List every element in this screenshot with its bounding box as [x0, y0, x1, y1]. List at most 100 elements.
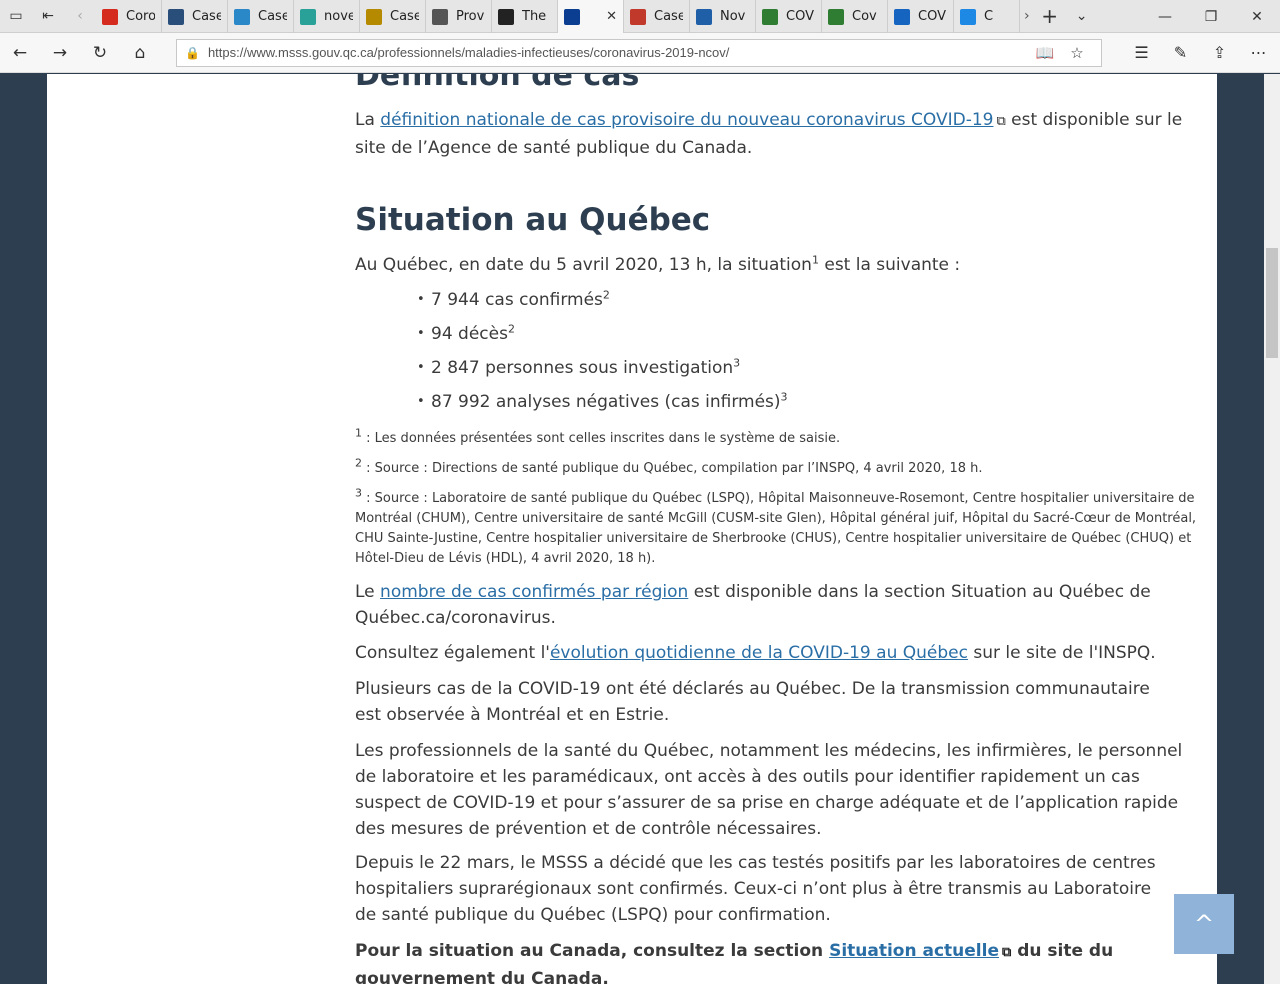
- footnote-number: 1: [355, 426, 362, 440]
- stats-list: 7 944 cas confirmés294 décès22 847 perso…: [355, 283, 1203, 419]
- stat-text: 7 944 cas confirmés: [431, 290, 603, 310]
- situation-intro-text: Au Québec, en date du 5 avril 2020, 13 h…: [355, 255, 812, 275]
- back-to-top-button[interactable]: ^: [1174, 894, 1234, 954]
- forward-button[interactable]: →: [40, 33, 80, 73]
- situation-intro: Au Québec, en date du 5 avril 2020, 13 h…: [355, 252, 960, 278]
- daily-evolution-link[interactable]: évolution quotidienne de la COVID-19 au …: [550, 643, 968, 663]
- shield-icon: [498, 8, 514, 25]
- browser-tab[interactable]: Prov: [426, 0, 492, 33]
- tab-title: Coro: [126, 9, 155, 24]
- current-situation-link[interactable]: Situation actuelle: [829, 941, 999, 961]
- stat-item: 94 décès2: [417, 317, 1203, 351]
- tab-title: Case: [192, 9, 221, 24]
- toolbar-right: ☰ ✎ ⇪ ⋯: [1122, 43, 1278, 62]
- tab-title: Cov: [852, 9, 877, 24]
- circle-icon: [894, 8, 910, 25]
- stat-item: 2 847 personnes sous investigation3: [417, 351, 1203, 385]
- definition-text-before: La: [355, 110, 381, 130]
- cases-by-region-link[interactable]: nombre de cas confirmés par région: [380, 582, 688, 602]
- close-window-button[interactable]: ✕: [1234, 0, 1280, 33]
- stat-text: 94 décès: [431, 324, 508, 344]
- home-button[interactable]: ⌂: [120, 33, 160, 73]
- favorites-hub-icon[interactable]: ☰: [1122, 43, 1161, 62]
- cbc-icon: [168, 8, 184, 25]
- back-button[interactable]: ←: [0, 33, 40, 73]
- chart-icon: [234, 8, 250, 25]
- minimize-button[interactable]: —: [1142, 0, 1188, 33]
- tree-icon: [762, 8, 778, 25]
- footnote-text: : Source : Directions de santé publique …: [362, 461, 983, 476]
- content-panel: Définition de cas La définition national…: [47, 74, 1217, 984]
- plus-icon: [300, 8, 316, 25]
- browser-tab[interactable]: Coro: [96, 0, 162, 33]
- browser-tab[interactable]: COV: [888, 0, 954, 33]
- footnote-text: : Les données présentées sont celles ins…: [362, 431, 841, 446]
- footnotes: 1 : Les données présentées sont celles i…: [355, 426, 1203, 579]
- fleur-de-lis-icon: [564, 8, 580, 25]
- url-text[interactable]: https://www.msss.gouv.qc.ca/professionne…: [208, 45, 1029, 60]
- browser-tab[interactable]: nove: [294, 0, 360, 33]
- eye-icon: [432, 8, 448, 25]
- footnote-ref: 1: [811, 253, 819, 267]
- browser-tab[interactable]: C: [954, 0, 1020, 33]
- set-aside-tabs-icon[interactable]: ⇤: [32, 0, 64, 32]
- scrollbar-thumb[interactable]: [1266, 248, 1278, 358]
- footnote-ref: 2: [602, 288, 610, 302]
- stat-text: 2 847 personnes sous investigation: [431, 358, 734, 378]
- notes-pen-icon[interactable]: ✎: [1161, 43, 1200, 62]
- footnote-ref: 3: [733, 356, 741, 370]
- window-controls: — ❐ ✕: [1142, 0, 1280, 32]
- canada-paragraph: Pour la situation au Canada, consultez l…: [355, 938, 1115, 984]
- canada-text-before: Pour la situation au Canada, consultez l…: [355, 941, 830, 961]
- tabs-scroll-right-icon[interactable]: ›: [1020, 0, 1034, 32]
- browser-tab[interactable]: Cov: [822, 0, 888, 33]
- browser-tab[interactable]: ✕: [558, 0, 624, 33]
- tab-actions-icon[interactable]: ▭: [0, 0, 32, 32]
- browser-tab[interactable]: Case: [228, 0, 294, 33]
- tab-title: Case: [258, 9, 287, 24]
- footnote-text: : Source : Laboratoire de santé publique…: [355, 491, 1197, 566]
- reading-view-icon[interactable]: 📖: [1029, 44, 1061, 62]
- restore-button[interactable]: ❐: [1188, 0, 1234, 33]
- more-menu-icon[interactable]: ⋯: [1239, 43, 1278, 62]
- transmission-paragraph: Plusieurs cas de la COVID-19 ont été déc…: [355, 679, 1150, 725]
- page-viewport: Définition de cas La définition national…: [0, 74, 1264, 984]
- footnote-number: 2: [355, 456, 362, 470]
- maple-leaf-icon: [102, 8, 118, 25]
- footnote: 3 : Source : Laboratoire de santé publiq…: [355, 488, 1203, 569]
- browser-tab[interactable]: Nov: [690, 0, 756, 33]
- share-icon[interactable]: ⇪: [1200, 43, 1239, 62]
- browser-tab[interactable]: Case: [624, 0, 690, 33]
- region-text-before: Le: [355, 582, 381, 602]
- address-bar[interactable]: 🔒 https://www.msss.gouv.qc.ca/profession…: [176, 38, 1102, 67]
- refresh-button[interactable]: ↻: [80, 33, 120, 73]
- region-paragraph: Le nombre de cas confirmés par région es…: [355, 579, 1203, 631]
- pen-icon: [630, 8, 646, 25]
- browser-tab[interactable]: The: [492, 0, 558, 33]
- stat-item: 87 992 analyses négatives (cas infirmés)…: [417, 385, 1203, 419]
- browser-tab[interactable]: Case: [162, 0, 228, 33]
- tab-title: The: [522, 9, 547, 24]
- stat-text: 87 992 analyses négatives (cas infirmés): [431, 392, 781, 412]
- navigation-bar: ← → ↻ ⌂ 🔒 https://www.msss.gouv.qc.ca/pr…: [0, 33, 1280, 73]
- tab-title: Prov: [456, 9, 485, 24]
- tab-title: Nov: [720, 9, 746, 24]
- tabs-scroll-left-icon[interactable]: ‹: [64, 0, 96, 32]
- browser-tab[interactable]: Case: [360, 0, 426, 33]
- external-link-icon[interactable]: ⧉: [1002, 940, 1011, 966]
- evolution-paragraph: Consultez également l'évolution quotidie…: [355, 640, 1203, 666]
- new-tab-button[interactable]: +: [1034, 0, 1066, 32]
- close-tab-icon[interactable]: ✕: [606, 9, 617, 24]
- stat-item: 7 944 cas confirmés2: [417, 283, 1203, 317]
- favorite-star-icon[interactable]: ☆: [1061, 44, 1093, 62]
- vertical-scrollbar[interactable]: [1264, 74, 1280, 984]
- evolution-text-before: Consultez également l': [355, 643, 550, 663]
- lock-icon[interactable]: 🔒: [185, 46, 200, 60]
- external-link-icon[interactable]: ⧉: [996, 109, 1005, 135]
- tab-list: Coro Case Case nove Case Prov The ✕ Case Nov COV Co…: [96, 0, 1020, 33]
- tab-preview-chevron-icon[interactable]: ⌄: [1066, 0, 1098, 32]
- case-definition-link[interactable]: définition nationale de cas provisoire d…: [380, 110, 993, 130]
- browser-tab[interactable]: COV: [756, 0, 822, 33]
- situation-intro-end: est la suivante :: [818, 255, 961, 275]
- definition-paragraph: La définition nationale de cas provisoir…: [355, 107, 1203, 161]
